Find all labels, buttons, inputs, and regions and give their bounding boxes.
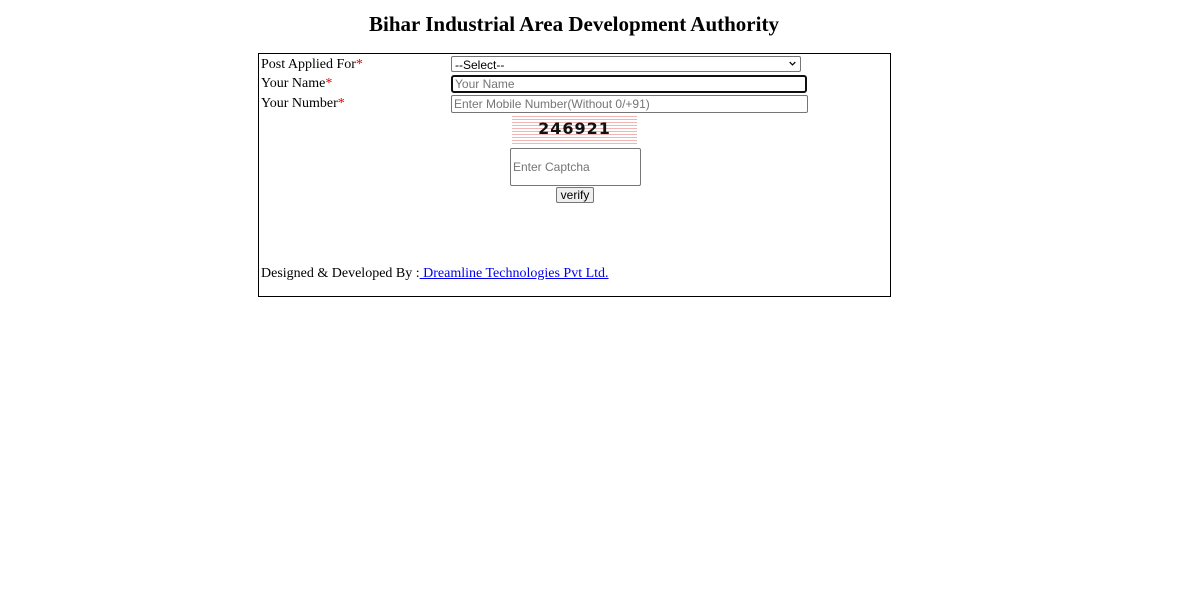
captcha-input[interactable] [510, 148, 641, 186]
required-marker: * [355, 57, 363, 72]
footer-credit: Designed & Developed By : Dreamline Tech… [261, 265, 609, 283]
your-name-input[interactable] [451, 75, 807, 93]
captcha-code: 246921 [538, 119, 611, 138]
your-name-label: Your Name* [261, 75, 332, 93]
chevron-down-icon [789, 61, 796, 66]
required-marker: * [337, 96, 345, 111]
your-name-label-text: Your Name [261, 76, 326, 91]
post-applied-label-text: Post Applied For [261, 57, 356, 72]
developer-link[interactable]: Dreamline Technologies Pvt Ltd. [420, 266, 608, 281]
verify-button[interactable]: verify [556, 187, 594, 203]
your-number-input[interactable] [451, 95, 808, 113]
post-applied-selected-value: --Select-- [455, 58, 505, 72]
captcha-image: 246921 [512, 114, 637, 146]
application-form: Post Applied For* --Select-- Your Name* … [258, 53, 891, 297]
post-applied-label: Post Applied For* [261, 56, 363, 74]
page-title: Bihar Industrial Area Development Author… [369, 12, 779, 36]
your-number-label-text: Your Number [261, 96, 338, 111]
footer-prefix: Designed & Developed By : [261, 266, 420, 281]
post-applied-select[interactable]: --Select-- [451, 56, 801, 72]
required-marker: * [325, 76, 333, 91]
your-number-label: Your Number* [261, 95, 345, 113]
